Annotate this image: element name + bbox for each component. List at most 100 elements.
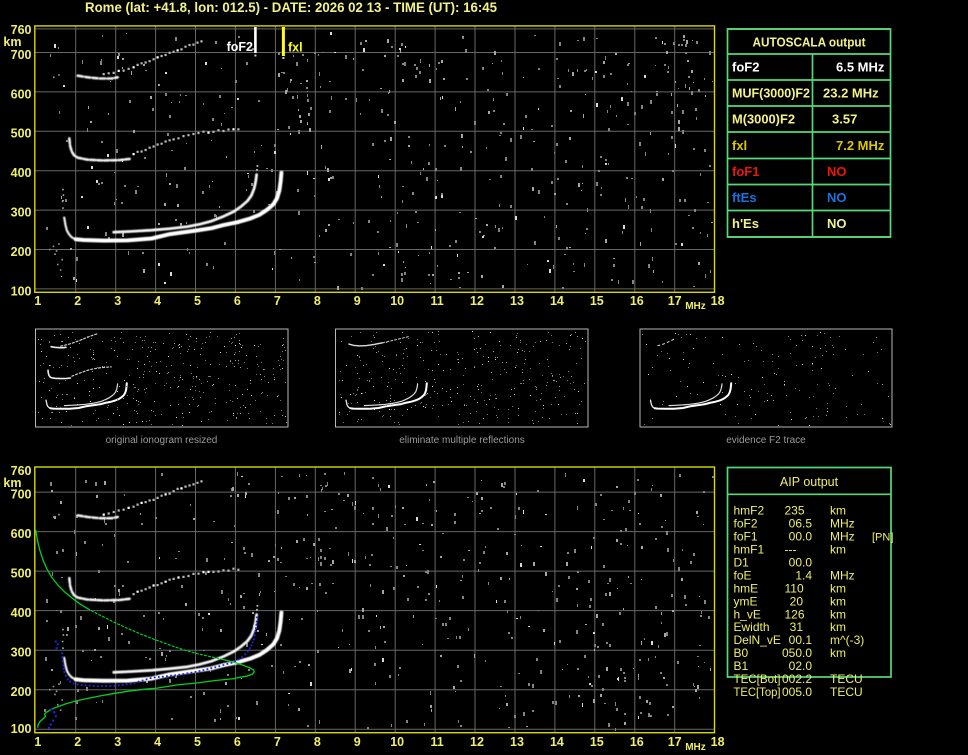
svg-text:500: 500 [11,127,32,141]
svg-text:7: 7 [274,294,281,308]
svg-text:2: 2 [74,735,81,749]
svg-text:MHz: MHz [830,568,855,582]
svg-text:---: --- [785,543,797,557]
svg-text:200: 200 [11,245,32,259]
svg-text:500: 500 [11,567,32,581]
svg-text:16: 16 [630,735,644,749]
svg-text:[PN]: [PN] [872,532,893,544]
svg-text:4: 4 [154,735,161,749]
svg-text:00.0: 00.0 [789,530,813,544]
svg-text:B0: B0 [734,646,749,660]
svg-text:200: 200 [11,685,32,699]
svg-text:fxl: fxl [288,41,303,55]
svg-text:5: 5 [194,735,201,749]
svg-text:5: 5 [194,294,201,308]
svg-text:original ionogram resized: original ionogram resized [106,435,218,446]
svg-text:km: km [830,594,846,608]
svg-text:20: 20 [790,594,804,608]
svg-text:02.0: 02.0 [789,659,813,673]
svg-text:AUTOSCALA output: AUTOSCALA output [753,35,867,50]
svg-text:NO: NO [827,216,847,231]
svg-text:00.1: 00.1 [789,633,813,647]
svg-text:13: 13 [510,735,524,749]
svg-text:TECU: TECU [830,672,863,686]
svg-text:ftEs: ftEs [732,190,757,205]
svg-text:eliminate multiple reflections: eliminate multiple reflections [399,435,525,446]
svg-text:235: 235 [785,504,805,518]
svg-text:00.0: 00.0 [789,555,813,569]
svg-text:1: 1 [34,735,41,749]
svg-text:D1: D1 [734,555,750,569]
svg-text:3: 3 [114,735,121,749]
svg-text:15: 15 [590,294,604,308]
svg-text:B1: B1 [734,659,749,673]
svg-text:10: 10 [390,735,404,749]
svg-text:600: 600 [11,87,32,101]
svg-text:MHz: MHz [685,742,706,753]
svg-text:3: 3 [114,294,121,308]
svg-text:050.0: 050.0 [782,646,812,660]
svg-text:AIP output: AIP output [780,475,839,489]
svg-text:7.2 MHz: 7.2 MHz [836,138,885,153]
svg-text:hmF2: hmF2 [734,504,765,518]
svg-text:km: km [830,646,846,660]
svg-text:300: 300 [11,646,32,660]
svg-text:700: 700 [11,488,32,502]
svg-text:005.0: 005.0 [782,685,812,699]
svg-text:h_vE: h_vE [734,607,761,621]
svg-text:hmF1: hmF1 [734,543,765,557]
svg-text:600: 600 [11,527,32,541]
svg-text:6: 6 [234,294,241,308]
svg-text:1: 1 [34,294,41,308]
svg-text:h'Es: h'Es [732,216,759,231]
svg-text:TECU: TECU [830,685,863,699]
svg-text:foE: foE [734,568,752,582]
svg-text:foF2: foF2 [734,517,758,531]
svg-text:8: 8 [314,735,321,749]
svg-text:23.2 MHz: 23.2 MHz [823,86,879,101]
svg-text:fxl: fxl [732,138,747,153]
svg-text:8: 8 [314,294,321,308]
svg-text:11: 11 [430,735,443,749]
svg-text:100: 100 [11,722,32,736]
svg-text:10: 10 [390,294,404,308]
svg-text:M(3000)F2: M(3000)F2 [732,112,795,127]
svg-text:MHz: MHz [685,301,706,312]
svg-text:1.4: 1.4 [795,568,812,582]
svg-text:9: 9 [354,735,361,749]
svg-text:100: 100 [11,284,32,298]
svg-text:002.2: 002.2 [782,672,812,686]
svg-text:3.57: 3.57 [832,112,857,127]
svg-text:7: 7 [274,735,281,749]
svg-text:NO: NO [827,164,847,179]
svg-text:400: 400 [11,606,32,620]
svg-text:6: 6 [234,735,241,749]
svg-text:TEC[Top]: TEC[Top] [734,685,781,699]
svg-text:11: 11 [430,294,443,308]
svg-text:6.5 MHz: 6.5 MHz [836,60,885,75]
svg-text:TEC[Bot]: TEC[Bot] [734,672,781,686]
svg-text:2: 2 [74,294,81,308]
svg-text:17: 17 [668,735,682,749]
svg-text:foF1: foF1 [732,164,759,179]
svg-text:17: 17 [668,294,682,308]
svg-text:foF2: foF2 [732,60,759,75]
svg-text:12: 12 [470,735,484,749]
svg-text:400: 400 [11,166,32,180]
svg-text:12: 12 [470,294,484,308]
svg-text:km: km [830,620,846,634]
svg-text:4: 4 [154,294,161,308]
svg-text:126: 126 [785,607,805,621]
svg-text:Ewidth: Ewidth [734,620,770,634]
svg-text:MHz: MHz [830,517,855,531]
svg-text:hmE: hmE [734,581,759,595]
svg-text:DelN_vE: DelN_vE [734,633,781,647]
svg-text:foF2: foF2 [227,40,253,54]
svg-text:14: 14 [550,294,564,308]
svg-text:31: 31 [790,620,804,634]
svg-text:14: 14 [550,735,564,749]
svg-text:km: km [830,543,846,557]
svg-text:300: 300 [11,206,32,220]
svg-text:Rome (lat: +41.8, lon: 012.5): Rome (lat: +41.8, lon: 012.5) - DATE: 20… [85,0,497,15]
svg-text:km: km [3,35,21,49]
